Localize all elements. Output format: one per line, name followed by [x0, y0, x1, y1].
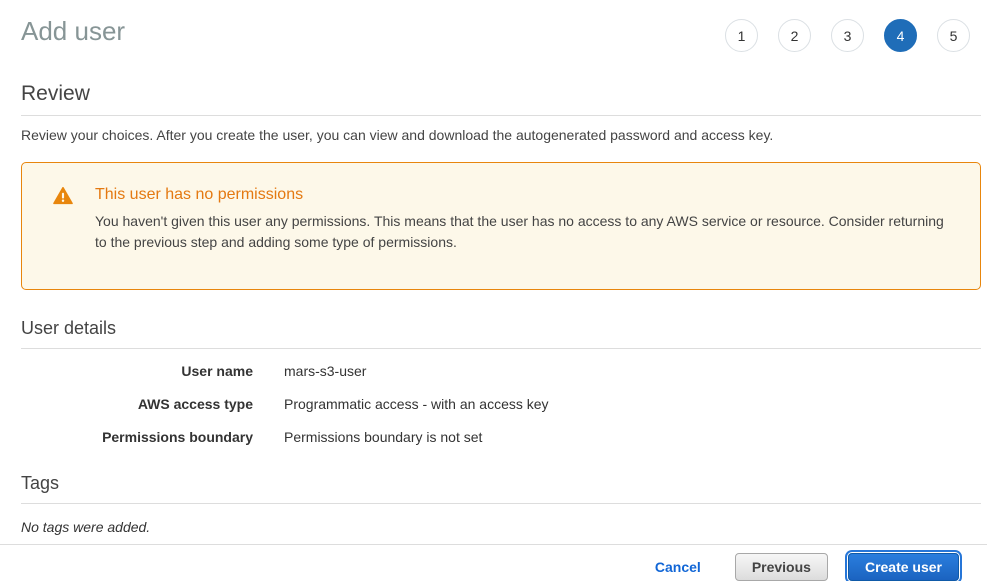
footer-actions: Cancel Previous Create user: [0, 545, 987, 581]
no-permissions-warning-box: This user has no permissions You haven't…: [21, 162, 981, 290]
warning-text: This user has no permissions You haven't…: [95, 186, 952, 253]
detail-value: Programmatic access - with an access key: [284, 396, 549, 412]
step-circle-3: 3: [831, 19, 864, 52]
tags-divider: [21, 503, 981, 504]
review-divider: [21, 115, 981, 116]
step-circle-4: 4: [884, 19, 917, 52]
step-circle-1: 1: [725, 19, 758, 52]
detail-label: AWS access type: [21, 396, 253, 412]
detail-label: User name: [21, 363, 253, 379]
tags-empty-message: No tags were added.: [21, 519, 981, 535]
detail-row-permissions-boundary: Permissions boundary Permissions boundar…: [21, 429, 981, 445]
review-heading: Review: [21, 82, 981, 106]
step-circle-5: 5: [937, 19, 970, 52]
detail-row-user-name: User name mars-s3-user: [21, 363, 981, 379]
warning-body: You haven't given this user any permissi…: [95, 211, 952, 253]
step-circle-2: 2: [778, 19, 811, 52]
cancel-button[interactable]: Cancel: [655, 559, 701, 575]
page-title: Add user: [21, 15, 125, 47]
user-details-divider: [21, 348, 981, 349]
previous-button[interactable]: Previous: [735, 553, 828, 581]
warning-title: This user has no permissions: [95, 186, 952, 204]
tags-heading: Tags: [21, 473, 981, 494]
user-details-heading: User details: [21, 318, 981, 339]
detail-row-access-type: AWS access type Programmatic access - wi…: [21, 396, 981, 412]
wizard-footer: Cancel Previous Create user: [0, 544, 987, 581]
review-description: Review your choices. After you create th…: [21, 127, 981, 143]
detail-value: Permissions boundary is not set: [284, 429, 482, 445]
user-details-table: User name mars-s3-user AWS access type P…: [21, 363, 981, 445]
detail-value: mars-s3-user: [284, 363, 366, 379]
main-content: Review Review your choices. After you cr…: [0, 52, 987, 544]
wizard-step-indicator: 1 2 3 4 5: [725, 19, 970, 52]
create-user-button[interactable]: Create user: [848, 553, 959, 581]
page-header: Add user 1 2 3 4 5: [0, 0, 987, 52]
warning-triangle-icon: [53, 187, 73, 205]
detail-label: Permissions boundary: [21, 429, 253, 445]
